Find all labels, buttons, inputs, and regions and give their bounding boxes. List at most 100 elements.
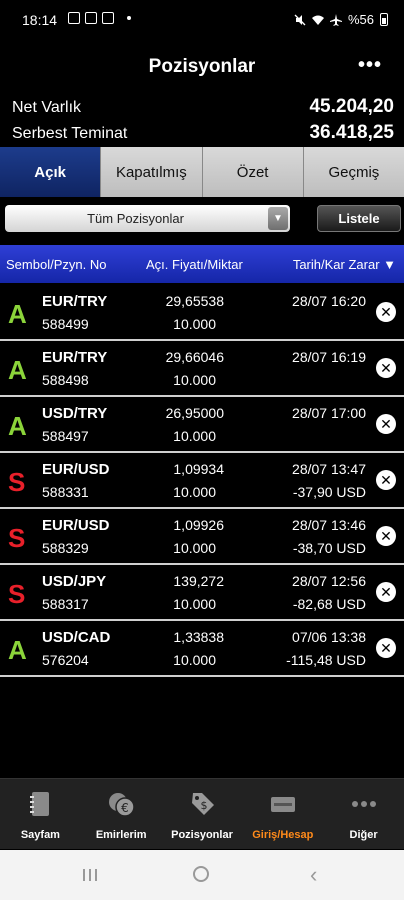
app-icon (102, 12, 114, 24)
side-indicator: A (8, 299, 27, 329)
open-price: 1,09934 (173, 461, 224, 477)
close-position-icon[interactable]: ✕ (376, 358, 396, 378)
position-number: 588499 (42, 316, 89, 332)
status-time: 18:14 (22, 12, 58, 28)
close-position-icon[interactable]: ✕ (376, 414, 396, 434)
battery-text: %56 (347, 12, 374, 27)
symbol: USD/TRY (42, 405, 108, 422)
position-number: 576204 (42, 652, 89, 668)
status-left-icons (68, 12, 131, 24)
nav-label: Emirlerim (95, 829, 147, 841)
side-indicator: S (8, 579, 26, 609)
battery-icon (380, 13, 388, 26)
quantity: 10.000 (173, 652, 216, 668)
status-right-icons: %56 (294, 12, 388, 27)
more-options-icon[interactable]: ••• (358, 54, 382, 77)
symbol: EUR/TRY (42, 293, 108, 310)
position-row[interactable]: S USD/JPY 588317 139,272 10.000 28/07 12… (0, 565, 404, 621)
net-assets-value: 45.204,20 (309, 96, 394, 117)
close-position-icon[interactable]: ✕ (376, 526, 396, 546)
close-position-icon[interactable]: ✕ (376, 638, 396, 658)
card-icon (270, 797, 295, 812)
recent-apps-icon[interactable] (82, 868, 98, 882)
profit-loss: -38,70 USD (292, 540, 366, 556)
status-bar: 18:14 %56 (0, 0, 404, 42)
system-nav-bar: ‹ (0, 850, 404, 900)
bottom-nav: Sayfam € Emirlerim $ Pozisyonlar Giriş/H… (0, 778, 404, 849)
open-date: 28/07 12:56 (292, 573, 366, 589)
position-tabs: Açık Kapatılmış Özet Geçmiş (0, 147, 404, 197)
symbol: USD/JPY (42, 573, 107, 590)
quantity: 10.000 (173, 316, 216, 332)
airplane-icon (329, 13, 342, 26)
notebook-icon (30, 792, 50, 816)
nav-emirlerim[interactable]: € Emirlerim (81, 779, 162, 849)
table-header: Sembol/Pzyn. No Açı. Fiyatı/Miktar Tarih… (0, 245, 404, 283)
symbol: EUR/USD (42, 517, 110, 534)
open-price: 26,95000 (165, 405, 224, 421)
open-price: 1,09926 (173, 517, 224, 533)
position-row[interactable]: S EUR/USD 588329 1,09926 10.000 28/07 13… (0, 509, 404, 565)
open-price: 29,65538 (165, 293, 224, 309)
position-number: 588331 (42, 484, 89, 500)
free-margin-value: 36.418,25 (309, 122, 394, 143)
account-summary: Net Varlık 45.204,20 Serbest Teminat 36.… (0, 96, 404, 146)
mute-icon (294, 14, 306, 25)
col-date-header[interactable]: Tarih/Kar Zarar ▼ (293, 257, 396, 272)
nav-sayfam[interactable]: Sayfam (0, 779, 81, 849)
nav-label: Sayfam (20, 829, 60, 841)
position-number: 588329 (42, 540, 89, 556)
position-row[interactable]: S EUR/USD 588331 1,09934 10.000 28/07 13… (0, 453, 404, 509)
list-button[interactable]: Listele (317, 205, 401, 232)
free-margin-label: Serbest Teminat (12, 125, 128, 142)
close-position-icon[interactable]: ✕ (376, 582, 396, 602)
close-position-icon[interactable]: ✕ (376, 470, 396, 490)
position-filter-value: Tüm Pozisyonlar (87, 211, 184, 226)
position-filter-select[interactable]: Tüm Pozisyonlar ▼ (5, 205, 290, 232)
open-price: 1,33838 (173, 629, 224, 645)
open-date: 28/07 16:20 (292, 293, 366, 309)
side-indicator: S (8, 467, 26, 497)
side-indicator: A (8, 635, 27, 665)
tab-acik[interactable]: Açık (0, 147, 102, 197)
open-date: 28/07 16:19 (292, 349, 366, 365)
side-indicator: A (8, 411, 27, 441)
tag-dollar-icon: $ (191, 793, 214, 815)
profit-loss: -82,68 USD (292, 596, 366, 612)
svg-text:$: $ (200, 799, 207, 812)
col-price-header[interactable]: Açı. Fiyatı/Miktar (146, 257, 243, 272)
position-number: 588317 (42, 596, 89, 612)
dropdown-arrow-icon[interactable]: ▼ (268, 207, 288, 230)
wifi-icon (311, 15, 324, 25)
symbol: EUR/TRY (42, 349, 108, 366)
svg-text:€: € (121, 801, 129, 815)
position-row[interactable]: A EUR/TRY 588498 29,66046 10.000 28/07 1… (0, 341, 404, 397)
position-row[interactable]: A USD/TRY 588497 26,95000 10.000 28/07 1… (0, 397, 404, 453)
nav-diger[interactable]: Diğer (323, 779, 404, 849)
nav-pozisyonlar[interactable]: $ Pozisyonlar (162, 779, 243, 849)
euro-coins-icon: € (109, 793, 135, 817)
position-number: 588498 (42, 372, 89, 388)
symbol: USD/CAD (42, 629, 111, 646)
free-margin-row: Serbest Teminat 36.418,25 (12, 122, 394, 146)
back-icon[interactable]: ‹ (310, 862, 317, 888)
nav-giris-hesap[interactable]: Giriş/Hesap (242, 779, 323, 849)
quantity: 10.000 (173, 372, 216, 388)
home-icon[interactable] (193, 866, 209, 882)
quantity: 10.000 (173, 540, 216, 556)
side-indicator: S (8, 523, 26, 553)
open-price: 29,66046 (165, 349, 224, 365)
quantity: 10.000 (173, 428, 216, 444)
open-date: 28/07 13:47 (292, 461, 366, 477)
tab-gecmis[interactable]: Geçmiş (303, 147, 404, 197)
net-assets-row: Net Varlık 45.204,20 (12, 96, 394, 120)
close-position-icon[interactable]: ✕ (376, 302, 396, 322)
position-row[interactable]: A EUR/TRY 588499 29,65538 10.000 28/07 1… (0, 285, 404, 341)
tab-kapatilmis[interactable]: Kapatılmış (101, 147, 203, 197)
position-row[interactable]: A USD/CAD 576204 1,33838 10.000 07/06 13… (0, 621, 404, 677)
more-dots-icon (351, 801, 376, 807)
open-date: 07/06 13:38 (292, 629, 366, 645)
col-symbol-header[interactable]: Sembol/Pzyn. No (6, 257, 106, 272)
tab-ozet[interactable]: Özet (202, 147, 304, 197)
app-header: Pozisyonlar ••• (0, 42, 404, 94)
